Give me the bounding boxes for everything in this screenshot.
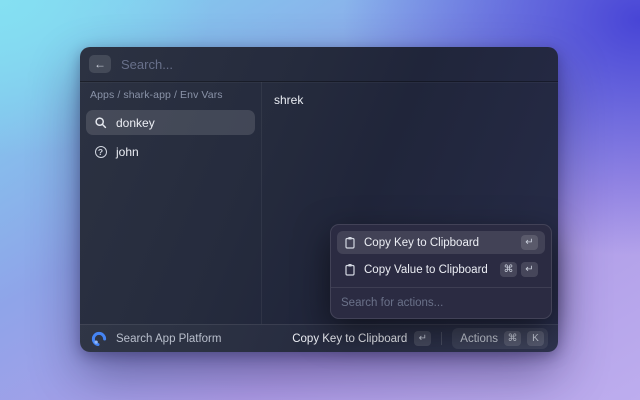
action-search-input[interactable] bbox=[337, 288, 545, 318]
action-item-copy-key[interactable]: Copy Key to Clipboard ↵ bbox=[337, 231, 545, 254]
footer-divider bbox=[441, 332, 443, 345]
list-item-label: john bbox=[116, 144, 139, 159]
list-item-donkey[interactable]: donkey bbox=[86, 110, 255, 135]
search-header: ← bbox=[80, 47, 558, 82]
app-logo-icon bbox=[90, 330, 108, 348]
k-key-badge: K bbox=[527, 331, 544, 346]
breadcrumb: Apps / shark-app / Env Vars bbox=[90, 89, 223, 101]
enter-key-badge: ↵ bbox=[414, 331, 432, 346]
action-item-label: Copy Value to Clipboard bbox=[364, 263, 488, 276]
back-arrow-icon: ← bbox=[94, 56, 106, 71]
cmd-key-badge: ⌘ bbox=[500, 262, 517, 277]
actions-button-label: Actions bbox=[460, 332, 498, 345]
magnifier-icon bbox=[94, 116, 107, 129]
status-bar: Search App Platform Copy Key to Clipboar… bbox=[80, 324, 558, 352]
env-var-value: shrek bbox=[274, 93, 304, 107]
enter-key-badge: ↵ bbox=[521, 235, 538, 250]
back-button[interactable]: ← bbox=[89, 55, 111, 73]
question-circle-icon: ? bbox=[94, 145, 107, 158]
list-item-label: donkey bbox=[116, 115, 155, 130]
clipboard-icon bbox=[344, 236, 356, 249]
primary-action-button[interactable]: Copy Key to Clipboard ↵ bbox=[292, 331, 432, 346]
enter-key-badge: ↵ bbox=[521, 262, 538, 277]
primary-action-label: Copy Key to Clipboard bbox=[292, 332, 408, 345]
app-name: Search App Platform bbox=[116, 332, 222, 345]
results-list-panel: Apps / shark-app / Env Vars donkey ? joh… bbox=[80, 82, 262, 324]
actions-button[interactable]: Actions ⌘ K bbox=[452, 328, 548, 349]
clipboard-icon bbox=[344, 263, 356, 276]
search-input[interactable] bbox=[121, 56, 549, 72]
action-item-copy-value[interactable]: Copy Value to Clipboard ⌘ ↵ bbox=[337, 258, 545, 281]
action-panel: Copy Key to Clipboard ↵ Copy Value to Cl… bbox=[330, 224, 552, 319]
cmd-key-badge: ⌘ bbox=[504, 331, 521, 346]
action-item-label: Copy Key to Clipboard bbox=[364, 236, 480, 249]
launcher-window: ← Apps / shark-app / Env Vars donkey ? j… bbox=[80, 47, 558, 352]
list-item-john[interactable]: ? john bbox=[86, 139, 255, 164]
